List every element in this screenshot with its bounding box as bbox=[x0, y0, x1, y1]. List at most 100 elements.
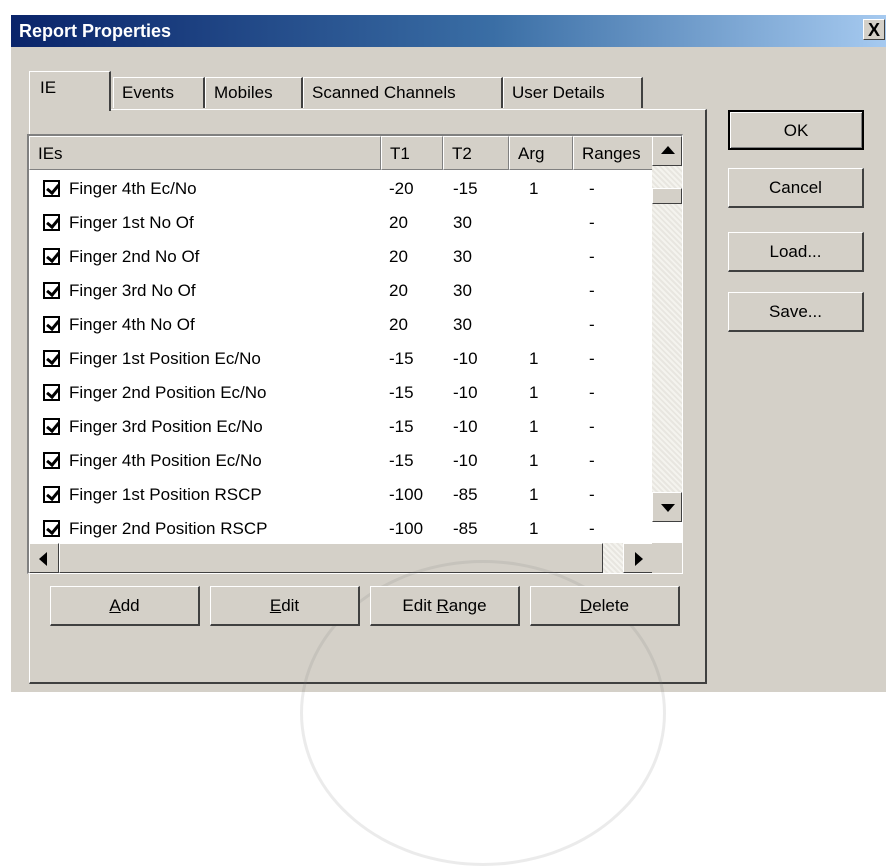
delete-button[interactable]: Delete bbox=[530, 586, 680, 626]
tab-mobiles[interactable]: Mobiles bbox=[205, 77, 303, 108]
column-header-arg[interactable]: Arg bbox=[509, 136, 573, 170]
row-checkbox[interactable] bbox=[43, 282, 60, 299]
ie-name: Finger 1st No Of bbox=[69, 213, 194, 232]
cell-t2: 30 bbox=[453, 213, 472, 232]
title-bar[interactable]: Report Properties X bbox=[11, 15, 886, 47]
edit-button[interactable]: Edit bbox=[210, 586, 360, 626]
scroll-thumb[interactable] bbox=[652, 188, 682, 204]
cancel-button[interactable]: Cancel bbox=[728, 168, 864, 208]
cell-t2: -10 bbox=[453, 383, 478, 402]
cell-ranges: - bbox=[589, 213, 595, 232]
left-arrow-icon bbox=[39, 552, 47, 566]
ie-name: Finger 4th No Of bbox=[69, 315, 195, 334]
save-button[interactable]: Save... bbox=[728, 292, 864, 332]
cell-t1: 20 bbox=[389, 247, 408, 266]
scroll-up-button[interactable] bbox=[652, 136, 682, 166]
ie-name: Finger 3rd Position Ec/No bbox=[69, 417, 263, 436]
cell-t2: -10 bbox=[453, 349, 478, 368]
scroll-left-button[interactable] bbox=[29, 543, 59, 573]
ie-name: Finger 2nd Position Ec/No bbox=[69, 383, 267, 402]
cell-arg: 1 bbox=[529, 383, 539, 402]
ie-name: Finger 1st Position RSCP bbox=[69, 485, 262, 504]
add-button[interactable]: Add bbox=[50, 586, 200, 626]
column-header-t2[interactable]: T2 bbox=[443, 136, 509, 170]
tab-events[interactable]: Events bbox=[113, 77, 205, 108]
list-header: IEs T1 T2 Arg Ranges bbox=[29, 136, 653, 170]
cell-t1: -15 bbox=[389, 417, 414, 436]
ie-name: Finger 4th Position Ec/No bbox=[69, 451, 262, 470]
row-checkbox[interactable] bbox=[43, 486, 60, 503]
tab-scanned-channels[interactable]: Scanned Channels bbox=[303, 77, 503, 108]
cell-ranges: - bbox=[589, 519, 595, 538]
cell-ranges: - bbox=[589, 247, 595, 266]
scroll-corner bbox=[652, 543, 682, 573]
cell-arg: 1 bbox=[529, 519, 539, 538]
column-header-ies[interactable]: IEs bbox=[29, 136, 381, 170]
row-checkbox[interactable] bbox=[43, 418, 60, 435]
cell-arg: 1 bbox=[529, 417, 539, 436]
table-row[interactable]: Finger 3rd Position Ec/No -15 -10 1 - bbox=[29, 410, 641, 444]
ie-name: Finger 2nd Position RSCP bbox=[69, 519, 268, 538]
edit-range-button[interactable]: Edit Range bbox=[370, 586, 520, 626]
cell-ranges: - bbox=[589, 417, 595, 436]
table-row[interactable]: Finger 1st Position RSCP -100 -85 1 - bbox=[29, 478, 641, 512]
cell-t1: -20 bbox=[389, 179, 414, 198]
row-checkbox[interactable] bbox=[43, 452, 60, 469]
table-row[interactable]: Finger 4th Position Ec/No -15 -10 1 - bbox=[29, 444, 641, 478]
cell-ranges: - bbox=[589, 179, 595, 198]
cell-t1: 20 bbox=[389, 281, 408, 300]
load-button[interactable]: Load... bbox=[728, 232, 864, 272]
horizontal-scroll-thumb[interactable] bbox=[59, 543, 603, 573]
ie-name: Finger 2nd No Of bbox=[69, 247, 200, 266]
cell-t2: -85 bbox=[453, 485, 478, 504]
cell-t1: 20 bbox=[389, 213, 408, 232]
scroll-right-button[interactable] bbox=[623, 543, 653, 573]
cell-t2: 30 bbox=[453, 247, 472, 266]
cell-t1: -15 bbox=[389, 383, 414, 402]
row-checkbox[interactable] bbox=[43, 520, 60, 537]
ie-list[interactable]: IEs T1 T2 Arg Ranges Finger 4th Ec/No -20… bbox=[27, 134, 683, 574]
ie-name: Finger 1st Position Ec/No bbox=[69, 349, 261, 368]
scroll-down-button[interactable] bbox=[652, 492, 682, 522]
table-row[interactable]: Finger 2nd No Of 20 30 - bbox=[29, 240, 641, 274]
ok-button[interactable]: OK bbox=[728, 110, 864, 150]
cell-arg: 1 bbox=[529, 349, 539, 368]
dialog-title: Report Properties bbox=[19, 21, 172, 41]
table-row[interactable]: Finger 3rd No Of 20 30 - bbox=[29, 274, 641, 308]
row-checkbox[interactable] bbox=[43, 180, 60, 197]
row-checkbox[interactable] bbox=[43, 384, 60, 401]
cell-ranges: - bbox=[589, 383, 595, 402]
cell-ranges: - bbox=[589, 451, 595, 470]
table-row[interactable]: Finger 4th No Of 20 30 - bbox=[29, 308, 641, 342]
row-checkbox[interactable] bbox=[43, 316, 60, 333]
cell-t2: -10 bbox=[453, 417, 478, 436]
tab-user-details[interactable]: User Details bbox=[503, 77, 643, 108]
cell-t1: -15 bbox=[389, 451, 414, 470]
cell-t1: -15 bbox=[389, 349, 414, 368]
cell-arg: 1 bbox=[529, 451, 539, 470]
column-header-ranges[interactable]: Ranges bbox=[573, 136, 653, 170]
table-row[interactable]: Finger 2nd Position Ec/No -15 -10 1 - bbox=[29, 376, 641, 410]
table-row[interactable]: Finger 1st Position Ec/No -15 -10 1 - bbox=[29, 342, 641, 376]
ie-name: Finger 4th Ec/No bbox=[69, 179, 197, 198]
close-button[interactable]: X bbox=[863, 19, 885, 40]
cell-ranges: - bbox=[589, 281, 595, 300]
ie-name: Finger 3rd No Of bbox=[69, 281, 196, 300]
row-checkbox[interactable] bbox=[43, 248, 60, 265]
row-checkbox[interactable] bbox=[43, 350, 60, 367]
tab-ie[interactable]: IE bbox=[29, 71, 111, 111]
cell-ranges: - bbox=[589, 315, 595, 334]
cell-arg: 1 bbox=[529, 485, 539, 504]
cell-t2: -85 bbox=[453, 519, 478, 538]
cell-t2: -10 bbox=[453, 451, 478, 470]
cell-t1: -100 bbox=[389, 485, 424, 504]
column-header-t1[interactable]: T1 bbox=[381, 136, 443, 170]
table-row[interactable]: Finger 2nd Position RSCP -100 -85 1 - bbox=[29, 512, 641, 546]
vertical-scrollbar[interactable] bbox=[652, 136, 682, 522]
table-row[interactable]: Finger 4th Ec/No -20 -15 1 - bbox=[29, 172, 641, 206]
horizontal-scrollbar[interactable] bbox=[29, 543, 653, 573]
table-row[interactable]: Finger 1st No Of 20 30 - bbox=[29, 206, 641, 240]
row-checkbox[interactable] bbox=[43, 214, 60, 231]
cell-ranges: - bbox=[589, 349, 595, 368]
cell-arg: 1 bbox=[529, 179, 539, 198]
